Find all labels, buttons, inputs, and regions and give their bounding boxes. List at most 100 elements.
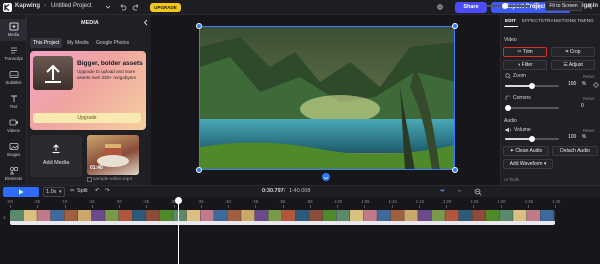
play-button[interactable]: [3, 187, 39, 197]
resize-handle-top-right[interactable]: [452, 23, 458, 29]
top-bar: Kapwing › Untitled Project UPGRADE Share…: [0, 0, 600, 15]
rail-item-videos[interactable]: Videos: [0, 115, 27, 137]
timeline-ruler[interactable]: :00:05:10:15:20:25:30:35:40:45:50:55 1:00…: [0, 197, 600, 208]
share-button[interactable]: Share: [455, 2, 487, 13]
undo-icon[interactable]: [119, 3, 127, 11]
adjust-button[interactable]: ☰ Adjust: [551, 60, 595, 70]
keyframe-diamond-icon[interactable]: [593, 82, 599, 88]
rail-label: Elements: [4, 176, 23, 181]
add-media-button[interactable]: Add Media: [30, 135, 82, 177]
rail-item-transcript[interactable]: Transcript: [0, 43, 27, 65]
kapwing-logo-icon[interactable]: [3, 3, 12, 12]
volume-reset[interactable]: Reset: [583, 128, 594, 133]
trim-label: Trim: [522, 49, 533, 55]
media-clip-thumbnail[interactable]: 01:40: [87, 135, 139, 175]
filmstrip-frame: [472, 210, 486, 221]
zoom-in-icon[interactable]: [533, 2, 541, 10]
resize-handle-top-left[interactable]: [196, 23, 202, 29]
split-icon[interactable]: ✂: [70, 188, 75, 194]
time-separator: /: [284, 188, 286, 194]
speed-value: 1.0x: [46, 189, 57, 195]
promo-upgrade-button[interactable]: Upgrade: [33, 113, 141, 123]
fit-tracks-icon[interactable]: ⇔: [457, 188, 463, 194]
crop-button[interactable]: ⌗ Crop: [551, 47, 595, 57]
resize-handle-bottom-right[interactable]: [452, 167, 458, 173]
rotate-handle-icon[interactable]: [322, 173, 330, 181]
chevron-down-icon[interactable]: [105, 4, 111, 10]
timeline-zoom-slider[interactable]: [485, 3, 530, 9]
elements-icon: [9, 166, 19, 175]
tab-edit[interactable]: EDIT: [505, 19, 516, 24]
filmstrip-frame: [540, 210, 554, 221]
split-button[interactable]: Split: [77, 188, 88, 194]
rail-item-media[interactable]: Media: [0, 19, 27, 41]
volume-value-field[interactable]: 100 %: [568, 134, 586, 140]
timeline[interactable]: :00:05:10:15:20:25:30:35:40:45:50:55 1:00…: [0, 197, 600, 264]
rail-item-images[interactable]: Images: [0, 139, 27, 161]
playhead-line[interactable]: [178, 197, 179, 264]
rail-label: Videos: [7, 128, 20, 133]
audio-section-title: Audio: [504, 118, 517, 124]
playhead-handle[interactable]: [175, 197, 182, 204]
media-panel: MEDIA This Project My Media Google Photo…: [27, 15, 151, 185]
redo-icon[interactable]: [132, 3, 140, 11]
rail-item-subtitles[interactable]: Subtitles: [0, 67, 27, 89]
zoom-slider[interactable]: [505, 83, 559, 89]
promo-body: Upgrade to upload and store assets over …: [77, 69, 136, 80]
zoom-value-field[interactable]: 100 %: [568, 81, 586, 87]
resize-handle-bottom-left[interactable]: [196, 167, 202, 173]
video-preview[interactable]: [199, 26, 455, 170]
upgrade-promo-card: Bigger, bolder assets Upgrade to upload …: [30, 51, 146, 130]
filmstrip-frame: [23, 210, 37, 221]
promo-illustration: [33, 56, 73, 90]
trim-button[interactable]: ✂ Trim: [503, 47, 547, 57]
tab-timing[interactable]: TIMING: [577, 19, 594, 24]
play-icon: [19, 189, 24, 195]
ruler-tick-label: :10: [61, 199, 68, 204]
corners-reset[interactable]: Reset: [583, 96, 594, 101]
collapse-panel-icon[interactable]: [143, 19, 149, 26]
ruler-tick-label: :25: [143, 199, 150, 204]
clip-filmstrip: [10, 210, 555, 225]
detach-audio-button[interactable]: Detach Audio: [552, 146, 598, 156]
text-icon: [9, 94, 19, 103]
redo-icon[interactable]: ↷: [105, 188, 110, 194]
add-waveform-button[interactable]: Add Waveform ▾: [503, 159, 553, 169]
tab-google-photos[interactable]: Google Photos: [93, 38, 132, 48]
ruler-tick: [527, 205, 529, 208]
tab-effects[interactable]: EFFECTS: [522, 19, 544, 24]
upload-icon: [51, 144, 61, 154]
corners-slider[interactable]: [505, 105, 559, 111]
filmstrip-frame: [350, 210, 364, 221]
timeline-zoom-knob[interactable]: [502, 3, 508, 9]
filmstrip-frame: [526, 210, 540, 221]
ruler-tick: [10, 205, 11, 208]
filmstrip-frame: [91, 210, 105, 221]
ruler-tick: [364, 205, 366, 208]
fit-to-screen-button[interactable]: Fit to Screen: [545, 1, 582, 11]
clean-audio-button[interactable]: ✦ Clean Audio: [503, 146, 549, 156]
volume-slider[interactable]: [505, 136, 559, 142]
waveform-icon[interactable]: [586, 2, 595, 10]
upgrade-button[interactable]: UPGRADE: [150, 3, 181, 12]
project-name[interactable]: Untitled Project: [51, 3, 92, 9]
rail-item-text[interactable]: Text: [0, 91, 27, 113]
tab-this-project[interactable]: This Project: [30, 38, 63, 48]
snap-icon[interactable]: ⇹: [440, 188, 445, 194]
filmstrip-frame: [132, 210, 146, 221]
images-icon: [9, 142, 19, 151]
corners-value[interactable]: 0: [581, 103, 584, 109]
zoom-reset[interactable]: Reset: [583, 74, 594, 79]
zoom-out-icon[interactable]: [474, 188, 482, 196]
filter-button[interactable]: ◑ Filter: [503, 60, 547, 70]
undo-icon[interactable]: ↶: [95, 188, 100, 194]
gear-icon[interactable]: [436, 3, 444, 11]
brand-name[interactable]: Kapwing: [15, 3, 40, 9]
tab-my-media[interactable]: My Media: [64, 38, 92, 48]
tab-transitions[interactable]: TRANSITIONS: [544, 19, 576, 24]
video-frame-image: [200, 27, 454, 169]
ruler-tick: [200, 205, 202, 208]
speed-selector[interactable]: 1.0x ▾: [43, 187, 65, 197]
rail-item-elements[interactable]: Elements: [0, 163, 27, 185]
video-track-clip[interactable]: [10, 210, 555, 225]
